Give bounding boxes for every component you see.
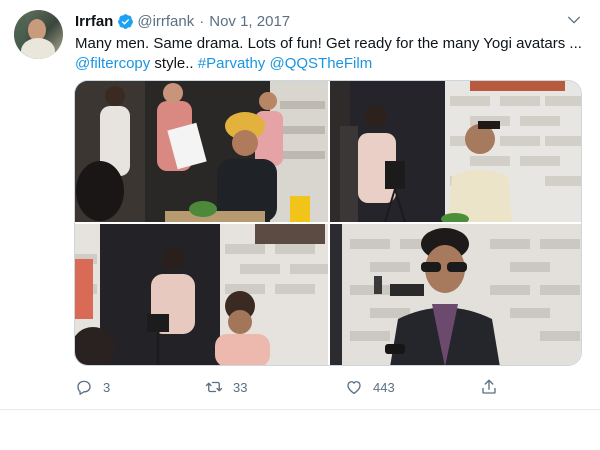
photo-3-image: [75, 224, 328, 365]
share-icon: [482, 379, 496, 394]
share-button[interactable]: [480, 376, 508, 398]
tweet-header: Irrfan @irrfank · Nov 1, 2017: [75, 11, 290, 31]
reply-button[interactable]: 3: [75, 376, 110, 398]
avatar[interactable]: [14, 10, 63, 59]
heart-icon: [347, 381, 361, 395]
verified-badge-icon: [118, 13, 134, 29]
tweet-photo-1[interactable]: [75, 81, 328, 222]
like-button[interactable]: 443: [345, 376, 395, 398]
tweet-photo-4[interactable]: [330, 224, 581, 365]
photo-2-image: [330, 81, 581, 222]
tweet-text: Many men. Same drama. Lots of fun! Get r…: [75, 34, 582, 74]
reply-count: 3: [103, 379, 111, 395]
author-name[interactable]: Irrfan: [75, 13, 113, 30]
tweet[interactable]: Irrfan @irrfank · Nov 1, 2017 Many men. …: [0, 0, 600, 410]
tweet-text-mid: style..: [150, 55, 198, 72]
tweet-photo-2[interactable]: [330, 81, 581, 222]
retweet-count: 33: [233, 379, 248, 395]
tweet-date[interactable]: Nov 1, 2017: [209, 13, 290, 30]
tweet-text-line2: @filtercopy style.. #Parvathy @QQSTheFil…: [75, 54, 580, 74]
photo-4-image: [330, 224, 581, 365]
mention-qqsthefilm[interactable]: @QQSTheFilm: [269, 55, 372, 72]
chevron-down-icon[interactable]: [566, 12, 582, 28]
like-count: 443: [373, 379, 395, 395]
photo-1-image: [75, 81, 328, 222]
photo-grid: [74, 80, 582, 366]
tweet-actions: 3 33 443: [0, 376, 600, 398]
retweet-button[interactable]: 33: [205, 376, 247, 398]
reply-icon: [77, 380, 91, 395]
author-handle[interactable]: @irrfank: [137, 13, 194, 30]
tweet-text-line1: Many men. Same drama. Lots of fun! Get r…: [75, 35, 582, 52]
tweet-photo-3[interactable]: [75, 224, 328, 365]
separator-dot: ·: [199, 12, 205, 30]
hashtag-parvathy[interactable]: #Parvathy: [198, 55, 266, 72]
mention-filtercopy[interactable]: @filtercopy: [75, 55, 150, 72]
retweet-icon: [205, 381, 223, 393]
